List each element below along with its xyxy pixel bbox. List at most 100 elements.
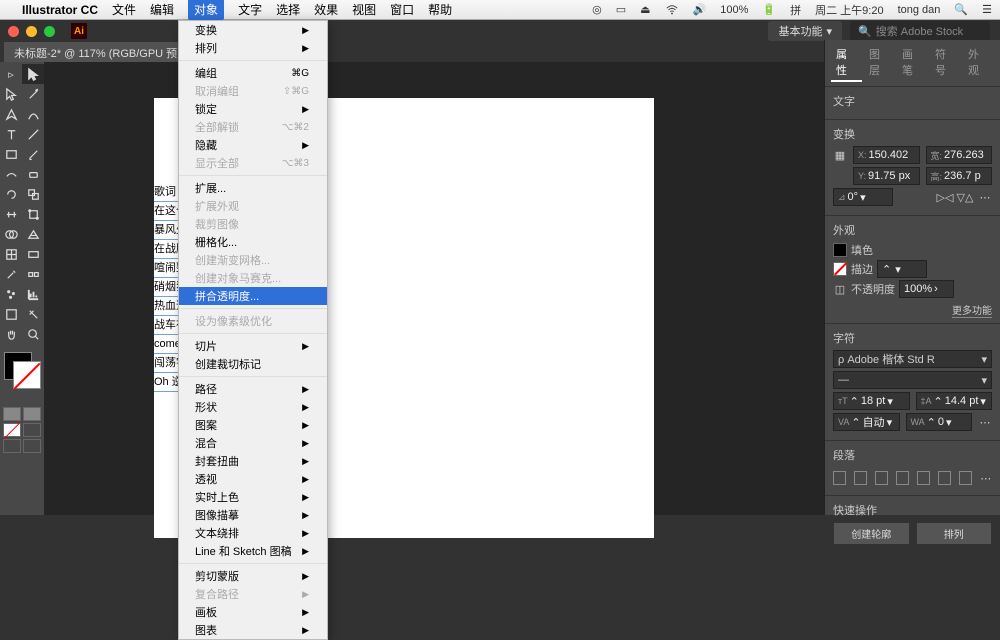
tool-toggle[interactable]: ▹	[0, 64, 22, 84]
leading-field[interactable]: ‡A⌃14.4 pt▾	[916, 392, 993, 410]
maximize-window[interactable]	[44, 26, 55, 37]
width-tool[interactable]	[0, 204, 22, 224]
h-field[interactable]: 高:236.7 p	[926, 167, 993, 185]
shape-builder-tool[interactable]	[0, 224, 22, 244]
reference-point-icon[interactable]: ▦	[833, 148, 847, 162]
menu-item[interactable]: 锁定▶	[179, 100, 327, 118]
menu-item[interactable]: 编组⌘G	[179, 64, 327, 82]
menu-file[interactable]: 文件	[112, 1, 136, 18]
artboard-tool[interactable]	[0, 304, 22, 324]
justify-left[interactable]	[896, 471, 909, 485]
flip-v-icon[interactable]: ▽△	[958, 190, 972, 204]
zoom-tool[interactable]	[22, 324, 44, 344]
menu-item[interactable]: 变换▶	[179, 21, 327, 39]
eyedropper-tool[interactable]	[0, 264, 22, 284]
menu-window[interactable]: 窗口	[390, 1, 414, 18]
create-outlines-button[interactable]: 创建轮廓	[833, 522, 910, 545]
menu-item[interactable]: 排列▶	[179, 39, 327, 57]
color-swatches[interactable]	[4, 348, 40, 388]
tab-appearance[interactable]: 外观	[963, 44, 994, 82]
input-source[interactable]: 拼	[790, 2, 801, 18]
selection-tool[interactable]	[22, 64, 44, 84]
align-center[interactable]	[854, 471, 867, 485]
menu-item[interactable]: 混合▶	[179, 434, 327, 452]
more-options-icon[interactable]: ⋯	[978, 190, 992, 204]
close-window[interactable]	[8, 26, 19, 37]
opacity-field[interactable]: 100%›	[899, 280, 954, 298]
slice-tool[interactable]	[22, 304, 44, 324]
w-field[interactable]: 宽:276.263	[926, 146, 993, 164]
type-tool[interactable]	[0, 124, 22, 144]
font-size-field[interactable]: тT⌃18 pt▾	[833, 392, 910, 410]
menu-item[interactable]: 创建裁切标记	[179, 355, 327, 373]
menu-item[interactable]: 图表▶	[179, 621, 327, 639]
menu-item[interactable]: 透视▶	[179, 470, 327, 488]
workspace-switcher[interactable]: 基本功能▾	[768, 21, 842, 41]
stroke-swatch[interactable]	[833, 262, 847, 276]
app-name[interactable]: Illustrator CC	[22, 3, 98, 17]
menu-item[interactable]: 实时上色▶	[179, 488, 327, 506]
curvature-tool[interactable]	[22, 104, 44, 124]
x-field[interactable]: X:150.402	[853, 146, 920, 164]
tab-properties[interactable]: 属性	[831, 44, 862, 82]
align-right[interactable]	[875, 471, 888, 485]
menu-item[interactable]: 画板▶	[179, 603, 327, 621]
angle-field[interactable]: ⊿0°▾	[833, 188, 893, 206]
symbol-sprayer-tool[interactable]	[0, 284, 22, 304]
rectangle-tool[interactable]	[0, 144, 22, 164]
menu-item[interactable]: 拼合透明度...	[179, 287, 327, 305]
tab-layers[interactable]: 图层	[864, 44, 895, 82]
menu-item[interactable]: 封套扭曲▶	[179, 452, 327, 470]
perspective-tool[interactable]	[22, 224, 44, 244]
brush-tool[interactable]	[22, 144, 44, 164]
menu-item[interactable]: 图案▶	[179, 416, 327, 434]
mesh-tool[interactable]	[0, 244, 22, 264]
menu-item[interactable]: 形状▶	[179, 398, 327, 416]
eraser-tool[interactable]	[22, 164, 44, 184]
menu-item[interactable]: 隐藏▶	[179, 136, 327, 154]
tab-symbols[interactable]: 符号	[930, 44, 961, 82]
menu-item[interactable]: 扩展...	[179, 179, 327, 197]
graph-tool[interactable]	[22, 284, 44, 304]
tracking-field[interactable]: WA⌃0▾	[906, 413, 973, 431]
scale-tool[interactable]	[22, 184, 44, 204]
direct-select-tool[interactable]	[0, 84, 22, 104]
arrange-button[interactable]: 排列	[916, 522, 993, 545]
font-style-dropdown[interactable]: —▾	[833, 371, 992, 389]
draw-mode-icons[interactable]	[2, 406, 42, 454]
align-left[interactable]	[833, 471, 846, 485]
menu-effect[interactable]: 效果	[314, 1, 338, 18]
blend-tool[interactable]	[22, 264, 44, 284]
tab-brushes[interactable]: 画笔	[897, 44, 928, 82]
more-functions-link[interactable]: 更多功能	[952, 306, 992, 318]
menu-item[interactable]: 文本绕排▶	[179, 524, 327, 542]
hand-tool[interactable]	[0, 324, 22, 344]
menu-select[interactable]: 选择	[276, 1, 300, 18]
gradient-tool[interactable]	[22, 244, 44, 264]
menu-item[interactable]: 剪切蒙版▶	[179, 567, 327, 585]
justify-all[interactable]	[959, 471, 972, 485]
menu-item[interactable]: 图像描摹▶	[179, 506, 327, 524]
flip-h-icon[interactable]: ▷◁	[938, 190, 952, 204]
magic-wand-tool[interactable]	[22, 84, 44, 104]
shaper-tool[interactable]	[0, 164, 22, 184]
more-char-icon[interactable]: ⋯	[978, 415, 992, 429]
menu-type[interactable]: 文字	[238, 1, 262, 18]
menu-item[interactable]: Line 和 Sketch 图稿▶	[179, 542, 327, 560]
more-para-icon[interactable]: ⋯	[980, 471, 992, 485]
justify-center[interactable]	[917, 471, 930, 485]
menu-edit[interactable]: 编辑	[150, 1, 174, 18]
menu-item[interactable]: 路径▶	[179, 380, 327, 398]
line-tool[interactable]	[22, 124, 44, 144]
stock-search[interactable]: 🔍搜索 Adobe Stock	[850, 21, 990, 41]
free-transform-tool[interactable]	[22, 204, 44, 224]
y-field[interactable]: Y:91.75 px	[853, 167, 920, 185]
menu-view[interactable]: 视图	[352, 1, 376, 18]
minimize-window[interactable]	[26, 26, 37, 37]
pen-tool[interactable]	[0, 104, 22, 124]
user[interactable]: tong dan	[898, 4, 941, 16]
kerning-field[interactable]: VA⌃自动▾	[833, 413, 900, 431]
menu-object[interactable]: 对象	[188, 0, 224, 20]
fill-swatch[interactable]	[833, 243, 847, 257]
menu-item[interactable]: 栅格化...	[179, 233, 327, 251]
